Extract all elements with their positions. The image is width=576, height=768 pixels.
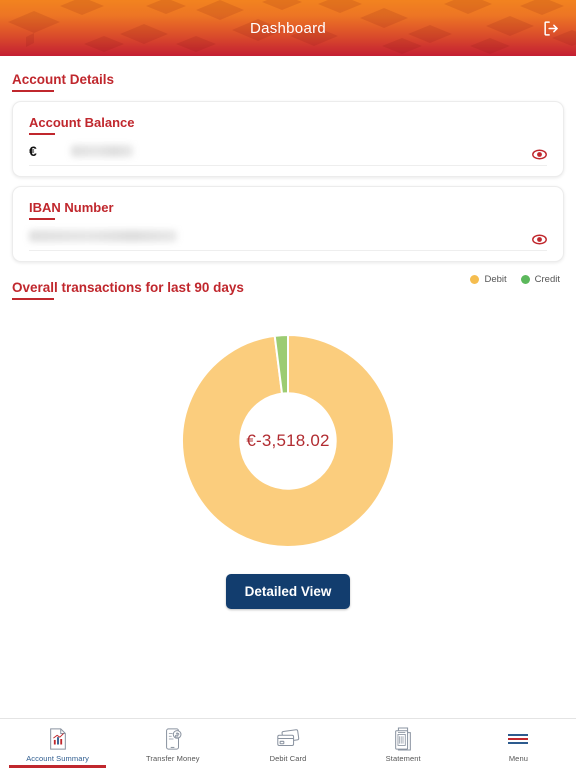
account-details-heading: Account Details — [12, 72, 114, 92]
account-summary-icon — [47, 727, 69, 751]
legend-dot-credit — [520, 275, 530, 284]
nav-label-transfer-money: Transfer Money — [145, 753, 200, 763]
account-balance-value-row: € — [29, 142, 547, 166]
eye-icon[interactable] — [528, 144, 550, 164]
legend-item-credit: Credit — [520, 274, 560, 285]
eye-icon[interactable] — [528, 229, 550, 249]
app-header: Dashboard — [0, 0, 576, 56]
nav-label-debit-card: Debit Card — [269, 753, 307, 763]
statement-icon — [392, 726, 414, 751]
iban-number-card: IBAN Number — [12, 186, 564, 262]
iban-masked-value — [29, 229, 177, 242]
nav-item-menu[interactable]: Menu — [461, 719, 576, 768]
dashboard-screen: Dashboard Account Details Account Balanc… — [0, 0, 576, 768]
page-title: Dashboard — [249, 19, 327, 37]
hamburger-menu-icon — [507, 727, 529, 751]
debit-card-icon — [275, 727, 301, 751]
iban-value-row — [29, 227, 547, 251]
legend-item-debit: Debit — [470, 274, 507, 285]
account-balance-label: Account Balance — [29, 115, 134, 135]
account-balance-card: Account Balance € — [12, 101, 564, 177]
logout-icon[interactable] — [536, 14, 566, 42]
nav-label-menu: Menu — [508, 753, 528, 763]
legend-label-credit: Credit — [534, 274, 560, 285]
transfer-money-icon — [162, 727, 184, 751]
currency-symbol: € — [29, 142, 37, 159]
nav-item-debit-card[interactable]: Debit Card — [230, 719, 345, 768]
iban-number-label: IBAN Number — [29, 200, 114, 220]
chart-legend: Debit Credit — [470, 274, 560, 285]
nav-label-statement: Statement — [385, 753, 421, 763]
nav-item-account-summary[interactable]: Account Summary — [0, 719, 115, 768]
transactions-chart-block: Overall transactions for last 90 days De… — [12, 264, 564, 609]
legend-dot-debit — [470, 275, 480, 284]
detailed-view-wrap: Detailed View — [12, 574, 564, 609]
nav-label-account-summary: Account Summary — [26, 753, 89, 763]
bottom-navigation: Account Summary Transfer Money Debit Car… — [0, 718, 576, 768]
main-content: Account Details Account Balance € IBAN N… — [0, 56, 576, 718]
nav-item-statement[interactable]: Statement — [346, 719, 461, 768]
donut-center-value: €-3,518.02 — [246, 431, 330, 450]
account-balance-masked-value — [70, 144, 133, 157]
nav-item-transfer-money[interactable]: Transfer Money — [115, 719, 230, 768]
legend-label-debit: Debit — [484, 274, 507, 285]
transactions-heading: Overall transactions for last 90 days — [12, 280, 244, 300]
donut-chart[interactable]: €-3,518.02 — [12, 330, 564, 552]
detailed-view-button[interactable]: Detailed View — [225, 574, 351, 609]
